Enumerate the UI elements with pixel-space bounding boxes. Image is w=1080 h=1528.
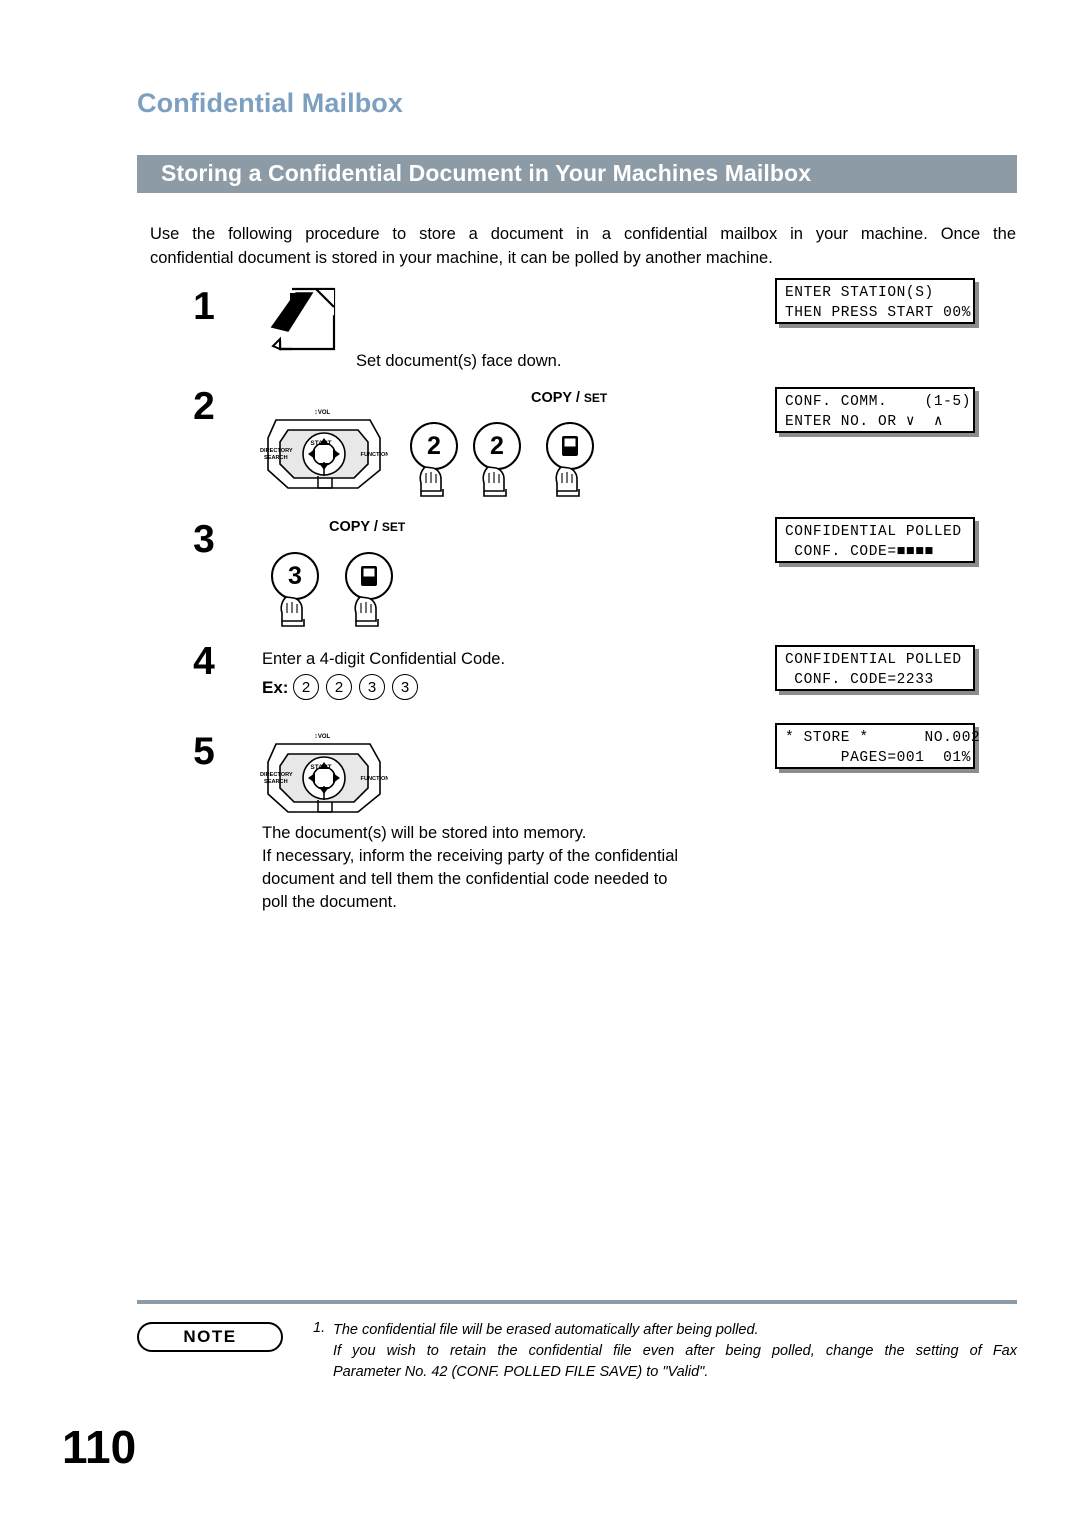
step-5-caption-line-2: If necessary, inform the receiving party… [262,847,679,865]
control-panel-dial-step-5[interactable]: START VOL ↕ DIRECTORY SEARCH FUNCTION [258,722,388,820]
finger-press-icon-copyset-3 [354,596,379,627]
lcd-display-step-3: CONFIDENTIAL POLLED CONF. CODE=■■■■ [775,517,975,563]
step-number-1: 1 [193,285,215,328]
copy-set-button-step-3[interactable] [345,552,393,600]
page-number: 110 [62,1421,137,1473]
lcd-display-step-1: ENTER STATION(S) THEN PRESS START 00% [775,278,975,324]
step-number-4: 4 [193,640,215,683]
lcd-display-step-2: CONF. COMM. (1-5) ENTER NO. OR ∨ ∧ [775,387,975,433]
copy-set-copy-text: COPY / [531,390,580,406]
step-5-caption-line-1: The document(s) will be stored into memo… [262,824,587,842]
svg-text:↕: ↕ [314,409,318,416]
note-line-3: Parameter No. 42 (CONF. POLLED FILE SAVE… [333,1364,709,1380]
svg-text:↕: ↕ [314,733,318,740]
document-stack-icon [270,287,336,351]
keypad-button-2b-label: 2 [490,431,504,460]
example-label: Ex: [262,678,289,697]
copy-set-button-step-2[interactable] [546,422,594,470]
copy-set-copy-text-3: COPY / [329,519,378,535]
vol-label: VOL [318,410,331,416]
note-text: The confidential file will be erased aut… [333,1320,1017,1383]
step-5-caption: The document(s) will be stored into memo… [262,822,752,914]
function-label-5: FUNCTION [361,776,388,782]
lcd-2-line-1: CONF. COMM. (1-5) [785,394,972,410]
step-1-caption: Set document(s) face down. [356,352,562,370]
lcd-4-line-2: CONF. CODE=2233 [785,672,934,688]
step-5-caption-line-4: poll the document. [262,893,397,911]
finger-press-icon-3 [280,596,305,627]
example-digit-4: 3 [392,674,418,700]
keypad-button-2a[interactable]: 2 [410,422,458,470]
finger-press-icon-2b [482,466,507,497]
lcd-1-line-1: ENTER STATION(S) [785,285,934,301]
finger-press-icon-copyset-2 [555,466,580,497]
function-label: FUNCTION [361,452,388,458]
step-number-2: 2 [193,385,215,428]
directory-label: DIRECTORY [260,448,293,454]
keypad-button-2b[interactable]: 2 [473,422,521,470]
chapter-title: Confidential Mailbox [137,88,404,118]
intro-line-1: Use the following procedure to store a d… [150,225,1016,243]
example-digit-3: 3 [359,674,385,700]
step-5-caption-line-3: document and tell them the confidential … [262,870,668,888]
intro-paragraph: Use the following procedure to store a d… [150,222,1016,270]
note-item-number: 1. [313,1320,326,1336]
lcd-1-line-2: THEN PRESS START 00% [785,305,972,321]
copy-set-label-step-2: COPY / SET [531,390,607,406]
lcd-3-line-1: CONFIDENTIAL POLLED [785,524,962,540]
directory-label-5: DIRECTORY [260,772,293,778]
lcd-display-step-5: * STORE * NO.002 PAGES=001 01% [775,723,981,769]
section-header-bar: Storing a Confidential Document in Your … [137,155,1017,193]
copy-set-label-step-3: COPY / SET [329,519,405,535]
example-digit-2: 2 [326,674,352,700]
note-badge: NOTE [137,1322,283,1352]
copy-set-set-text-3: SET [381,520,406,534]
step-number-3: 3 [193,518,215,561]
vol-label-5: VOL [318,734,331,740]
note-divider [137,1300,1017,1304]
start-label: START [310,440,331,447]
lcd-5-line-2: PAGES=001 01% [785,750,972,766]
step-number-5: 5 [193,730,215,773]
lcd-4-line-1: CONFIDENTIAL POLLED [785,652,962,668]
note-line-2: If you wish to retain the confidential f… [333,1343,1017,1359]
document-page: Confidential Mailbox Storing a Confident… [0,0,1080,1528]
lcd-3-line-2: CONF. CODE=■■■■ [785,544,934,560]
keypad-button-2a-label: 2 [427,431,441,460]
keypad-button-3[interactable]: 3 [271,552,319,600]
copy-set-set-text: SET [583,391,608,405]
copy-set-glyph-icon-3 [361,566,377,586]
lcd-2-line-2: ENTER NO. OR ∨ ∧ [785,414,944,430]
start-label-5: START [310,764,331,771]
copy-set-glyph-icon [562,436,578,456]
section-title: Storing a Confidential Document in Your … [161,160,812,186]
intro-line-2: confidential document is stored in your … [150,249,773,267]
step-4-caption: Enter a 4-digit Confidential Code. [262,650,506,668]
note-line-1: The confidential file will be erased aut… [333,1322,759,1338]
control-panel-dial-step-2[interactable]: START VOL ↕ DIRECTORY SEARCH FUNCTION [258,398,388,496]
lcd-display-step-4: CONFIDENTIAL POLLED CONF. CODE=2233 [775,645,975,691]
lcd-5-line-1: * STORE * NO.002 [785,730,981,746]
search-label: SEARCH [264,455,288,461]
finger-press-icon-2a [419,466,444,497]
search-label-5: SEARCH [264,779,288,785]
keypad-button-3-label: 3 [288,561,302,590]
example-digit-1: 2 [293,674,319,700]
